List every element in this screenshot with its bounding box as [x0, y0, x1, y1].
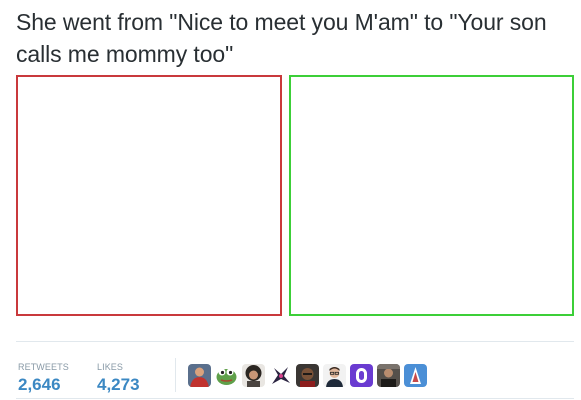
retweets-count[interactable]: 2,646 [18, 376, 69, 394]
avatar-curly-hair-person[interactable] [242, 364, 265, 387]
divider-bottom [16, 398, 574, 399]
avatar-green-frog[interactable] [215, 364, 238, 387]
avatar-dark-spiky-figure[interactable] [269, 364, 292, 387]
likes-stat[interactable]: LIKES 4,273 [97, 362, 140, 394]
retweets-label: RETWEETS [18, 362, 69, 372]
left-image-frame[interactable] [16, 75, 282, 316]
avatar-person-red-jersey[interactable] [188, 364, 211, 387]
tweet-text: She went from "Nice to meet you M'am" to… [16, 9, 547, 67]
liker-avatars [188, 364, 427, 387]
avatar-blue-figure[interactable] [404, 364, 427, 387]
avatar-man-glasses[interactable] [323, 364, 346, 387]
divider-top [16, 341, 574, 342]
right-image-frame[interactable] [289, 75, 574, 316]
likes-count[interactable]: 4,273 [97, 376, 140, 394]
stats-separator [175, 358, 176, 392]
avatar-person-dark-photo[interactable] [377, 364, 400, 387]
avatar-bald-man-dark[interactable] [296, 364, 319, 387]
retweets-stat[interactable]: RETWEETS 2,646 [18, 362, 69, 394]
likes-label: LIKES [97, 362, 124, 372]
avatar-purple-badge[interactable] [350, 364, 373, 387]
